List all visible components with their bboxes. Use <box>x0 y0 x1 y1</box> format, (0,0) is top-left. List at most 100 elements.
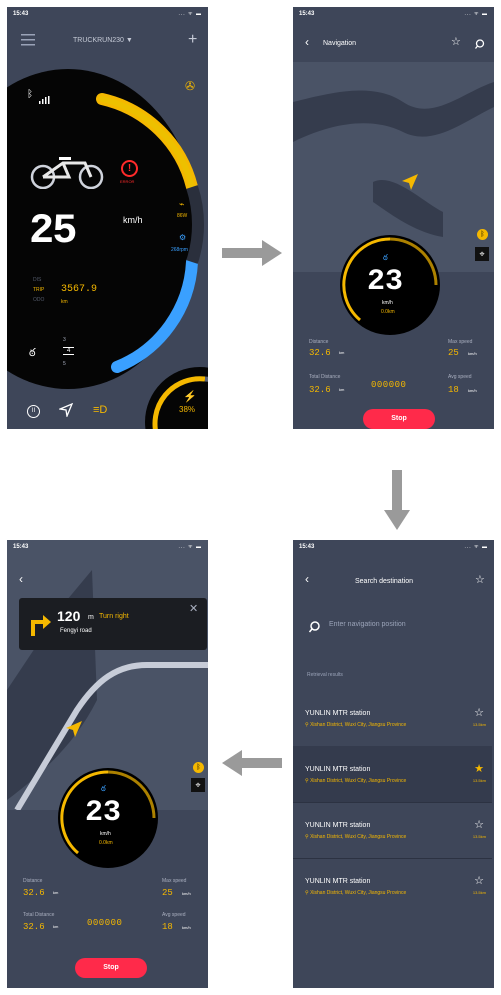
back-icon[interactable]: ‹ <box>305 35 309 49</box>
max-speed-label: Max speed <box>162 878 187 884</box>
total-distance-label: Total Distance <box>309 374 341 380</box>
avg-speed-unit: km/h <box>468 388 477 393</box>
results-label: Retrieval results <box>307 672 343 678</box>
close-icon[interactable]: ✕ <box>189 602 198 615</box>
total-distance-value: 32.6 <box>23 922 45 932</box>
bike-icon: ఠ <box>101 784 106 793</box>
road-name: Fengyi road <box>60 628 92 634</box>
flow-arrow-right <box>222 240 284 271</box>
dis-label: DIS <box>33 277 42 283</box>
wheel-settings-icon[interactable]: ✇ <box>185 79 195 93</box>
total-distance-label: Total Distance <box>23 912 55 918</box>
power-arc <box>96 93 198 193</box>
avg-speed-unit: km/h <box>182 925 191 930</box>
turn-instruction: Turn right <box>99 613 129 620</box>
error-icon: ! <box>121 160 138 177</box>
bluetooth-map-icon[interactable]: ᛒ <box>193 762 204 773</box>
favorite-star-filled-icon[interactable]: ★ <box>474 762 484 775</box>
bike-image <box>29 149 109 194</box>
star-icon[interactable]: ☆ <box>451 35 461 48</box>
avg-speed-label: Avg speed <box>448 374 472 380</box>
back-icon[interactable]: ‹ <box>19 572 23 586</box>
status-bar: 15:43 ... ᯤ ▬ <box>299 11 488 17</box>
nav-speed: 23 <box>367 265 404 299</box>
locate-icon[interactable]: ⌖ <box>191 778 205 792</box>
location-arrow-icon <box>401 173 419 196</box>
bike-icon: ఠ <box>383 253 388 262</box>
result-item[interactable]: YUNLIN MTR station ⚲ Xishan District, Wu… <box>293 802 492 859</box>
max-speed-label: Max speed <box>448 339 473 345</box>
max-speed-value: 25 <box>162 888 173 898</box>
power-icon: ⌁ <box>179 199 185 209</box>
favorite-star-icon[interactable]: ☆ <box>474 874 484 887</box>
pause-icon[interactable]: II <box>27 405 40 418</box>
odo-label: ODO <box>33 297 45 303</box>
nav-speed-unit: km/h <box>382 300 393 306</box>
distance-label: Distance <box>23 878 43 884</box>
rpm-arc <box>111 256 198 373</box>
page-title: Navigation <box>323 40 357 47</box>
ride-time-value: 000000 <box>87 918 123 928</box>
turn-unit: m <box>88 614 94 621</box>
search-input[interactable]: Enter navigation position <box>329 621 406 628</box>
back-icon[interactable]: ‹ <box>305 572 309 586</box>
avg-speed-value: 18 <box>162 922 173 932</box>
max-speed-value: 25 <box>448 348 459 358</box>
status-bar: 15:43 ... ᯤ ▬ <box>299 544 488 550</box>
trip-label: TRIP <box>33 287 45 293</box>
battery-percent: 38% <box>179 405 196 414</box>
result-address: ⚲ Xishan District, Wuxi City, Jiangsu Pr… <box>305 722 407 728</box>
distance-unit: km <box>53 890 59 895</box>
max-speed-unit: km/h <box>182 891 191 896</box>
navigation-icon[interactable] <box>57 402 74 422</box>
search-icon[interactable] <box>474 36 485 54</box>
favorite-star-icon[interactable]: ☆ <box>474 706 484 719</box>
nav-distance: 0.0km <box>99 840 113 846</box>
flow-arrow-left <box>222 750 284 781</box>
rpm-value: 268rpm <box>171 247 188 253</box>
turn-right-icon <box>29 612 51 641</box>
bluetooth-icon: ᛒ <box>27 89 33 100</box>
speed-value: 25 <box>29 207 77 255</box>
result-address: ⚲ Xishan District, Wuxi City, Jiangsu Pr… <box>305 834 407 840</box>
result-item[interactable]: YUNLIN MTR station ⚲ Xishan District, Wu… <box>293 858 492 914</box>
gear-top: 3 <box>63 337 66 343</box>
search-icon <box>308 620 321 638</box>
result-item[interactable]: YUNLIN MTR station ⚲ Xishan District, Wu… <box>293 690 492 747</box>
favorite-star-icon[interactable]: ☆ <box>474 818 484 831</box>
star-icon[interactable]: ☆ <box>475 573 485 586</box>
bluetooth-map-icon[interactable]: ᛒ <box>477 229 488 240</box>
headlight-icon[interactable]: ≡D <box>93 404 107 416</box>
max-speed-unit: km/h <box>468 351 477 356</box>
result-item[interactable]: YUNLIN MTR station ⚲ Xishan District, Wu… <box>293 746 492 803</box>
gear-bottom: 5 <box>63 361 66 367</box>
stop-button[interactable]: Stop <box>75 958 147 978</box>
trip-unit: km <box>61 299 68 305</box>
signal-icon <box>39 91 51 109</box>
speed-unit: km/h <box>123 215 143 225</box>
battery-icon: ⚡ <box>183 391 197 403</box>
stop-button[interactable]: Stop <box>363 409 435 429</box>
distance-label: Distance <box>309 339 329 345</box>
result-distance: 13.5km <box>472 834 486 839</box>
power-value: 86W <box>177 213 188 219</box>
result-address: ⚲ Xishan District, Wuxi City, Jiangsu Pr… <box>305 778 407 784</box>
dashboard-screen: 15:43 ... ᯤ ▬ TRUCKRUN230 ▼ + ᛒ ✇ ! ERRO… <box>7 7 208 429</box>
nav-speed: 23 <box>85 796 122 830</box>
page-title: Search destination <box>355 578 413 585</box>
gear-mid: 4 <box>63 347 75 355</box>
turn-distance: 120 <box>57 608 81 624</box>
result-distance: 13.5km <box>472 890 486 895</box>
avg-speed-label: Avg speed <box>162 912 186 918</box>
status-bar: 15:43 ... ᯤ ▬ <box>13 544 202 550</box>
ride-time-value: 000000 <box>371 380 407 390</box>
rpm-icon: ⚙ <box>179 233 187 242</box>
assist-icon: ఠ <box>29 347 36 359</box>
navigation-screen: 15:43 ... ᯤ ▬ ‹ Navigation ☆ ᛒ ⌖ ఠ 23 km… <box>293 7 494 429</box>
total-distance-unit: km <box>339 387 345 392</box>
error-label: ERROR <box>120 179 135 184</box>
nav-distance: 0.0km <box>381 309 395 315</box>
search-screen: 15:43 ... ᯤ ▬ ‹ Search destination ☆ Ent… <box>293 540 494 988</box>
locate-icon[interactable]: ⌖ <box>475 247 489 261</box>
distance-value: 32.6 <box>23 888 45 898</box>
